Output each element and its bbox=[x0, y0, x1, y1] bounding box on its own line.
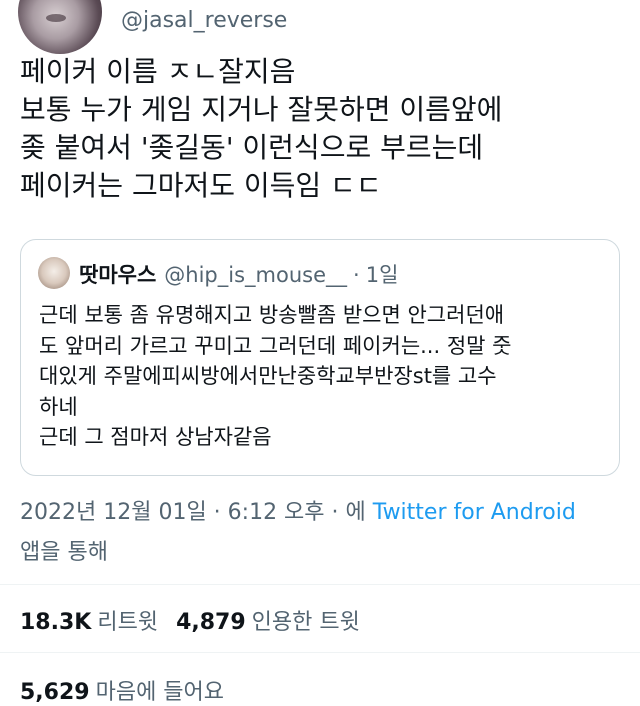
retweets-stat[interactable]: 18.3K 리트윗 bbox=[20, 610, 158, 635]
divider bbox=[0, 584, 640, 585]
quotes-label: 인용한 트윗 bbox=[251, 610, 360, 635]
quote-separator: · bbox=[353, 263, 360, 287]
likes-count: 5,629 bbox=[20, 680, 90, 705]
quote-text: 근데 보통 좀 유명해지고 방송빨좀 받으면 안그러던애 도 앞머리 가르고 꾸… bbox=[39, 303, 512, 449]
tweet-source-link[interactable]: Twitter for Android bbox=[373, 500, 576, 525]
quote-header: 땃마우스 @hip_is_mouse__ · 1일 bbox=[79, 259, 398, 289]
quote-time: 1일 bbox=[365, 263, 399, 287]
author-handle[interactable]: @jasal_reverse bbox=[121, 8, 287, 33]
tweet-source-suffix: 앱을 통해 bbox=[20, 540, 108, 565]
quote-author-handle: @hip_is_mouse__ bbox=[164, 263, 348, 287]
tweet-meta: 2022년 12월 01일 · 6:12 오후 · 에 Twitter for … bbox=[20, 494, 576, 526]
likes-stat[interactable]: 5,629 마음에 들어요 bbox=[20, 674, 224, 706]
retweets-label: 리트윗 bbox=[97, 610, 159, 635]
quote-author-avatar bbox=[38, 257, 70, 289]
likes-label: 마음에 들어요 bbox=[95, 680, 225, 705]
tweet-text: 페이커 이름 ㅈㄴ잘지음 보통 누가 게임 지거나 잘못하면 이름앞에 좆 붙여… bbox=[20, 55, 503, 202]
quoted-tweet[interactable]: 땃마우스 @hip_is_mouse__ · 1일 근데 보통 좀 유명해지고 방송빨… bbox=[20, 239, 620, 476]
engagement-stats: 18.3K 리트윗 4,879 인용한 트윗 bbox=[20, 604, 360, 636]
quote-author-name: 땃마우스 bbox=[79, 263, 157, 287]
divider bbox=[0, 652, 640, 653]
author-avatar[interactable] bbox=[18, 0, 102, 54]
quotes-count: 4,879 bbox=[176, 610, 246, 635]
tweet-timestamp[interactable]: 2022년 12월 01일 · 6:12 오후 · 에 bbox=[20, 500, 366, 525]
quotes-stat[interactable]: 4,879 인용한 트윗 bbox=[176, 610, 360, 635]
retweets-count: 18.3K bbox=[20, 610, 92, 635]
